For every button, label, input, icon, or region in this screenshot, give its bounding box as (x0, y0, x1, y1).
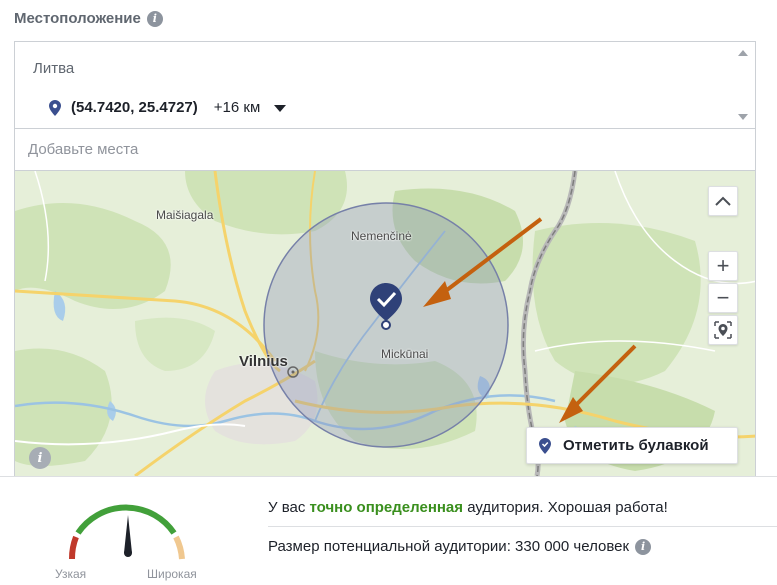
zoom-in-button[interactable]: + (708, 251, 738, 281)
chevron-up-icon (715, 196, 731, 206)
map-label-maisiagala: Maišiagala (156, 208, 214, 222)
map-info-icon[interactable]: i (29, 447, 51, 469)
audience-size: Размер потенциальной аудитории: 330 000 … (268, 538, 652, 555)
gauge-narrow-label: Узкая (55, 567, 87, 581)
divider (268, 526, 777, 527)
scroll-down-arrow[interactable] (738, 114, 748, 120)
location-list: Литва (54.7420, 25.4727) +16 км (14, 41, 756, 129)
map[interactable]: Maišiagala Nemenčinė Vilnius Mickūnai + … (14, 171, 756, 476)
audience-gauge (68, 504, 185, 560)
zoom-out-button[interactable]: − (708, 283, 738, 313)
gauge-wide-label: Широкая (147, 567, 197, 581)
audience-size-text: Размер потенциальной аудитории: 330 000 … (268, 538, 630, 555)
locate-pin-icon (714, 321, 732, 339)
location-radius: +16 км (213, 99, 261, 116)
drop-pin-button[interactable]: Отметить булавкой (526, 427, 738, 464)
audience-message-highlight: точно определенная (309, 499, 464, 516)
drop-pin-label: Отметить булавкой (563, 437, 709, 454)
section-title-label: Местоположение (14, 10, 141, 27)
scroll-up-arrow[interactable] (738, 50, 748, 56)
location-coords: (54.7420, 25.4727) (71, 99, 198, 116)
audience-panel: Узкая Широкая У вас точно определенная а… (0, 476, 777, 585)
info-icon[interactable]: i (146, 10, 163, 27)
audience-message-suffix: аудитория. Хорошая работа! (463, 499, 668, 516)
map-pin-icon (49, 99, 61, 116)
location-section-title: Местоположение i (14, 10, 163, 27)
locate-button[interactable] (708, 315, 738, 345)
collapse-map-button[interactable] (708, 186, 738, 216)
audience-message-prefix: У вас (268, 499, 310, 516)
info-icon[interactable]: i (635, 538, 652, 555)
audience-message: У вас точно определенная аудитория. Хоро… (268, 499, 668, 516)
chevron-down-icon[interactable] (274, 105, 287, 112)
map-label-vilnius: Vilnius (239, 353, 288, 370)
map-pin-icon (539, 437, 551, 454)
location-country: Литва (33, 60, 75, 77)
map-label-nemencine: Nemenčinė (351, 229, 412, 243)
location-item[interactable]: (54.7420, 25.4727) +16 км (49, 99, 287, 116)
add-places-input[interactable] (14, 129, 756, 171)
map-label-mickunai: Mickūnai (381, 347, 429, 361)
